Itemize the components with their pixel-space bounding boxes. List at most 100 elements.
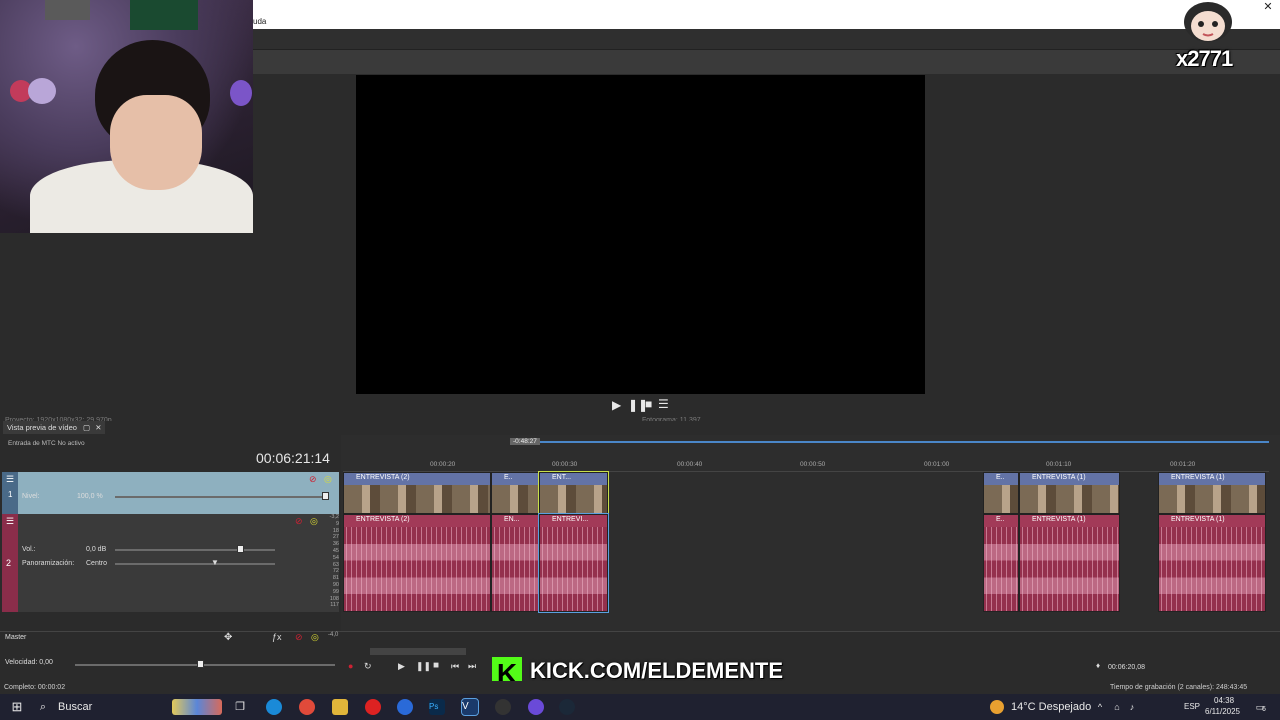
chevron-down-icon[interactable]: ▼ — [211, 558, 219, 567]
app-icon[interactable] — [397, 699, 413, 715]
level-slider-knob[interactable] — [322, 492, 329, 500]
speed-slider[interactable] — [75, 664, 335, 666]
audio-clip[interactable]: ENTREVISTA (1) — [1158, 514, 1266, 612]
taskbar: ⊞ ⌕ Buscar ❐ Ps V 14°C Despejado ^ ⌂ ♪ E… — [0, 694, 1280, 720]
language[interactable]: ESP — [1184, 694, 1200, 720]
level-slider[interactable] — [115, 496, 328, 498]
capcut-icon[interactable] — [495, 699, 511, 715]
waveform — [344, 527, 490, 611]
chevron-up-icon[interactable]: ^ — [1094, 694, 1106, 720]
clip-label: E.. — [984, 515, 1018, 527]
waveform — [1020, 527, 1119, 611]
solo-icon[interactable]: ◎ — [311, 632, 319, 643]
ruler-tick: 00:00:30 — [552, 461, 578, 468]
clip-thumbnails — [540, 485, 607, 513]
pan-slider[interactable] — [115, 563, 275, 565]
clock-time[interactable]: 04:38 — [1214, 696, 1234, 705]
audio-clip[interactable]: EN... — [491, 514, 539, 612]
video-clip[interactable]: E.. — [983, 472, 1019, 514]
close-icon[interactable]: ✕ — [1256, 0, 1280, 14]
meter-tick: 9 — [335, 520, 339, 527]
windows-start-icon[interactable]: ⊞ — [8, 694, 26, 720]
clip-label: ENTREVI... — [540, 515, 607, 527]
clip-thumbnails — [1159, 485, 1265, 513]
ruler-tick: 00:00:40 — [677, 461, 703, 468]
tab-video-preview[interactable]: Vista previa de vídeo ▢ ✕ — [3, 421, 106, 434]
loop-region[interactable] — [540, 441, 1271, 443]
video-clip[interactable]: ENTREVISTA (2) — [343, 472, 491, 514]
audio-clip[interactable]: ENTREVISTA (1) — [1019, 514, 1120, 612]
steam-icon[interactable] — [559, 699, 575, 715]
fx-icon[interactable]: ƒx — [272, 632, 282, 642]
volume-icon[interactable]: ♪ — [1125, 694, 1139, 720]
pause-icon[interactable]: ❚❚ — [416, 661, 431, 672]
clip-label: ENTREVISTA (2) — [344, 473, 490, 485]
render-status: Completo: 00:00:02 — [4, 684, 66, 691]
meter-tick: 36 — [332, 541, 339, 548]
video-clip[interactable]: ENTREVISTA (1) — [1158, 472, 1266, 514]
clip-thumbnails — [984, 485, 1018, 513]
edge-icon[interactable] — [266, 699, 282, 715]
audio-clip-selected[interactable]: ENTREVI... — [538, 513, 609, 613]
search-icon[interactable]: ⌕ — [36, 694, 50, 720]
menu-icon[interactable]: ☰ — [6, 516, 14, 527]
play-icon[interactable]: ▶ — [398, 661, 405, 672]
waveform — [540, 527, 607, 611]
search-highlight-icon[interactable] — [172, 699, 222, 715]
clock-date[interactable]: 6/11/2025 — [1205, 707, 1240, 716]
meter-tick: -3,2 — [329, 514, 339, 520]
clip-thumbnails — [344, 485, 490, 513]
volume-slider[interactable] — [115, 549, 275, 551]
chrome-icon[interactable] — [299, 699, 315, 715]
weather[interactable]: 14°C Despejado — [1011, 694, 1091, 720]
menu-icon[interactable]: ☰ — [658, 397, 669, 411]
taskbar-search[interactable]: Buscar — [58, 694, 92, 720]
window-icon[interactable]: ▢ — [83, 423, 90, 432]
menu-icon[interactable]: ☰ — [6, 474, 14, 485]
close-icon[interactable]: ✕ — [95, 423, 101, 432]
obs-icon[interactable] — [365, 699, 381, 715]
task-view-icon[interactable]: ❐ — [232, 694, 248, 720]
ruler-tick: 00:01:20 — [1170, 461, 1196, 468]
meter-tick: 117 — [330, 602, 339, 609]
vegas-icon[interactable]: V — [461, 698, 479, 716]
solo-icon[interactable]: ◎ — [310, 516, 318, 527]
mute-icon[interactable]: ⊘ — [309, 474, 317, 485]
photoshop-icon[interactable]: Ps — [429, 699, 445, 715]
audio-track-header[interactable]: ☰ 2 ⊘ ◎ Vol.: 0,0 dB Panoramización: Cen… — [2, 514, 339, 612]
record-icon[interactable]: ● — [348, 661, 353, 671]
file-explorer-icon[interactable] — [332, 699, 348, 715]
waveform — [1159, 527, 1265, 611]
discord-icon[interactable] — [528, 699, 544, 715]
cursor-time: 00:06:20,08 — [1108, 664, 1145, 671]
timeline-vertical-scrollbar[interactable] — [1269, 440, 1278, 630]
ruler-tick: 00:00:20 — [430, 461, 456, 468]
loop-icon[interactable]: ↻ — [364, 661, 372, 672]
horizontal-scrollbar[interactable] — [370, 648, 466, 655]
mute-icon[interactable]: ⊘ — [295, 516, 303, 527]
video-track-header[interactable]: ☰ 1 Nivel: 100,0 % ⊘ ◎ — [2, 472, 339, 514]
meter-tick: 81 — [332, 575, 339, 582]
video-clip[interactable]: E.. — [491, 472, 539, 514]
meter-tick: 18 — [332, 527, 339, 534]
time-ruler[interactable]: 00:00:20 00:00:30 00:00:40 00:00:50 00:0… — [343, 460, 1271, 472]
volume-slider-knob[interactable] — [237, 545, 244, 553]
audio-clip[interactable]: ENTREVISTA (2) — [343, 514, 491, 612]
speed-slider-knob[interactable] — [197, 660, 204, 668]
pan-value: Centro — [86, 560, 108, 567]
title-bar: uda — [253, 0, 1280, 29]
level-meter: -3,2 9 18 27 36 45 54 63 72 81 90 99 108 117 — [322, 514, 339, 612]
stop-icon[interactable]: ■ — [433, 660, 439, 671]
video-clip-selected[interactable]: ENT... — [538, 471, 609, 515]
mute-icon[interactable]: ⊘ — [295, 632, 303, 643]
play-icon[interactable]: ▶ — [612, 398, 621, 412]
go-to-end-icon[interactable]: ⏭ — [468, 661, 476, 672]
solo-icon[interactable]: ◎ — [324, 474, 332, 485]
audio-clip[interactable]: E.. — [983, 514, 1019, 612]
go-to-start-icon[interactable]: ⏮ — [451, 661, 459, 672]
video-clip[interactable]: ENTREVISTA (1) — [1019, 472, 1120, 514]
stop-icon[interactable]: ■ — [645, 397, 652, 411]
network-icon[interactable]: ⌂ — [1110, 694, 1124, 720]
playhead-marker[interactable]: -0:48:27 — [510, 438, 540, 445]
move-icon[interactable]: ✥ — [224, 632, 232, 643]
